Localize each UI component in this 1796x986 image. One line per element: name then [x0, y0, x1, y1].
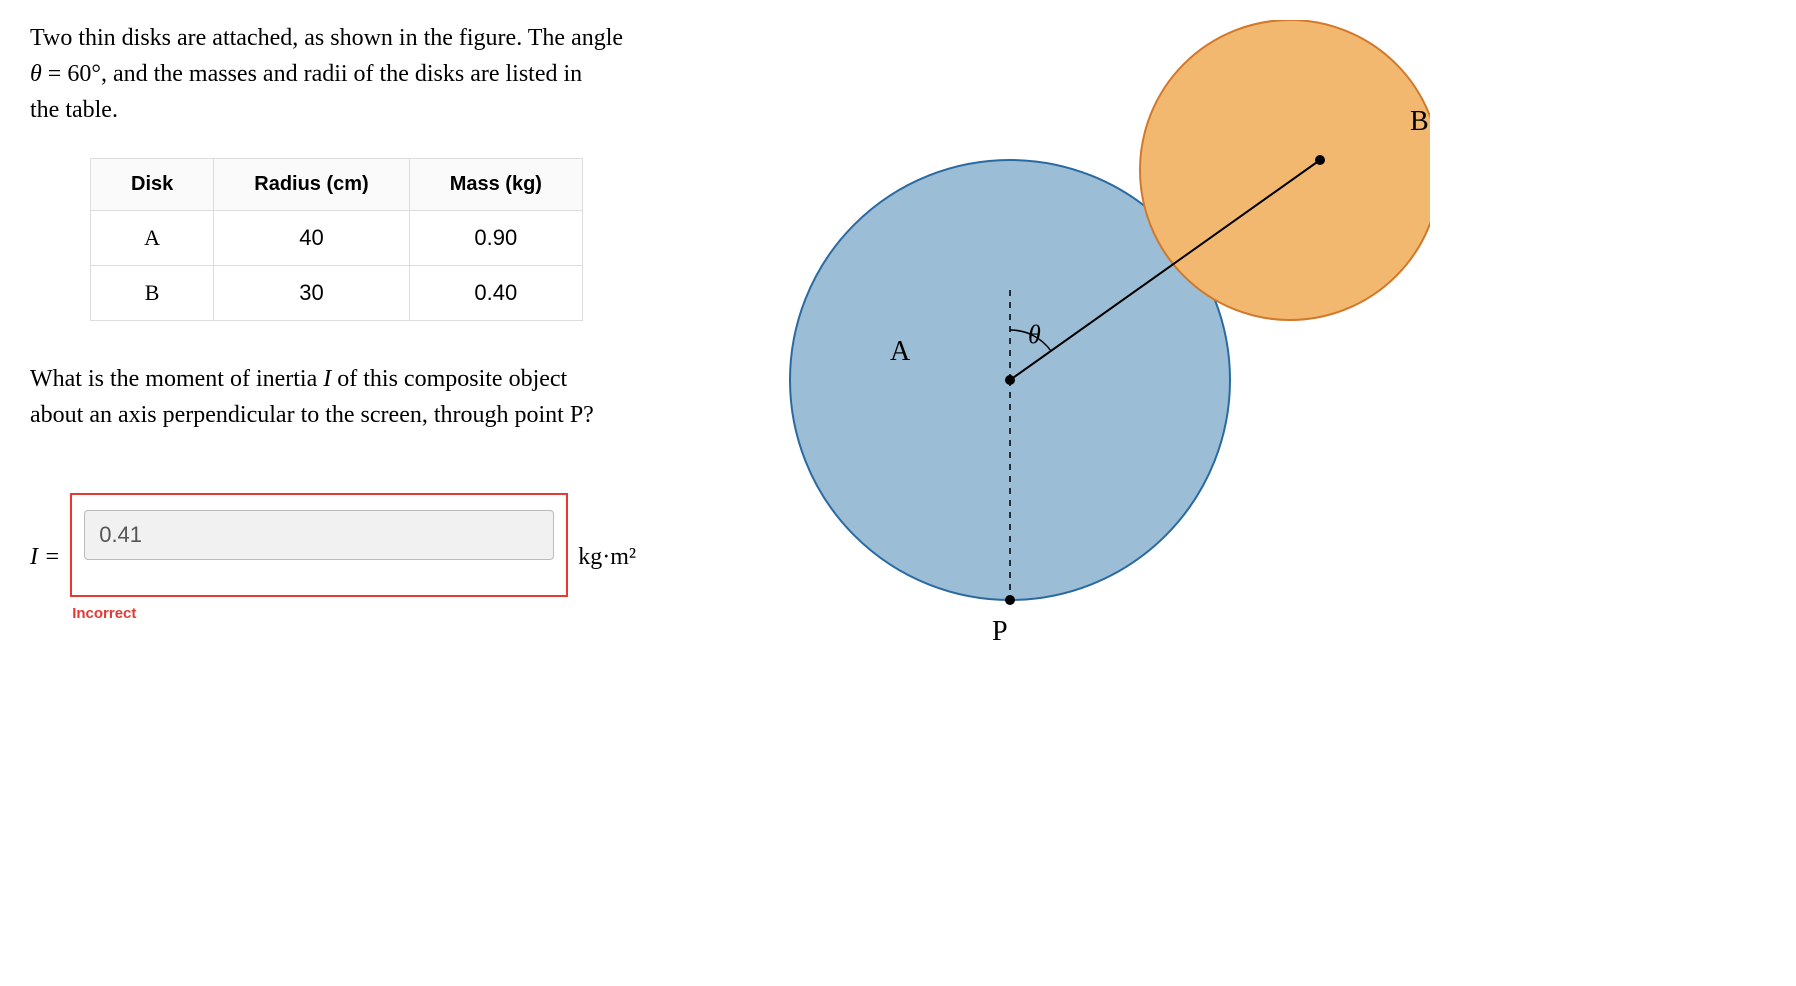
- point-p-dot: [1005, 595, 1015, 605]
- answer-input[interactable]: [84, 510, 554, 560]
- label-b: B: [1410, 106, 1429, 137]
- cell: 0.40: [409, 266, 582, 321]
- cell: B: [91, 266, 214, 321]
- problem-statement: Two thin disks are attached, as shown in…: [30, 20, 690, 128]
- text: , and the masses and radii of the disks …: [101, 61, 582, 87]
- table-header-row: Disk Radius (cm) Mass (kg): [91, 159, 583, 211]
- table-row: B 30 0.40: [91, 266, 583, 321]
- question-text: What is the moment of inertia I of this …: [30, 361, 690, 433]
- center-b-dot: [1315, 155, 1325, 165]
- text: of this composite object: [331, 366, 567, 392]
- text: =: [42, 61, 68, 87]
- text: Two thin disks are attached, as shown in…: [30, 25, 623, 51]
- theta-value: 60°: [67, 61, 101, 87]
- answer-prefix: I =: [30, 544, 60, 571]
- cell: 0.90: [409, 211, 582, 266]
- disk-b-circle: [1140, 20, 1430, 320]
- label-a: A: [890, 336, 911, 367]
- col-mass: Mass (kg): [409, 159, 582, 211]
- cell: 30: [214, 266, 409, 321]
- cell: A: [91, 211, 214, 266]
- text: the table.: [30, 97, 118, 123]
- units-label: kg·m²: [578, 544, 636, 571]
- text: about an axis perpendicular to the scree…: [30, 402, 594, 428]
- label-theta: θ: [1028, 320, 1041, 349]
- col-disk: Disk: [91, 159, 214, 211]
- center-a-dot: [1005, 375, 1015, 385]
- table-row: A 40 0.90: [91, 211, 583, 266]
- theta-symbol: θ: [30, 61, 42, 87]
- label-p: P: [992, 616, 1008, 647]
- figure-diagram: A B P θ: [730, 20, 1430, 720]
- answer-feedback-box: [70, 493, 568, 597]
- col-radius: Radius (cm): [214, 159, 409, 211]
- cell: 40: [214, 211, 409, 266]
- feedback-label: Incorrect: [72, 605, 568, 622]
- data-table: Disk Radius (cm) Mass (kg) A 40 0.90 B 3…: [90, 158, 583, 321]
- text: What is the moment of inertia: [30, 366, 323, 392]
